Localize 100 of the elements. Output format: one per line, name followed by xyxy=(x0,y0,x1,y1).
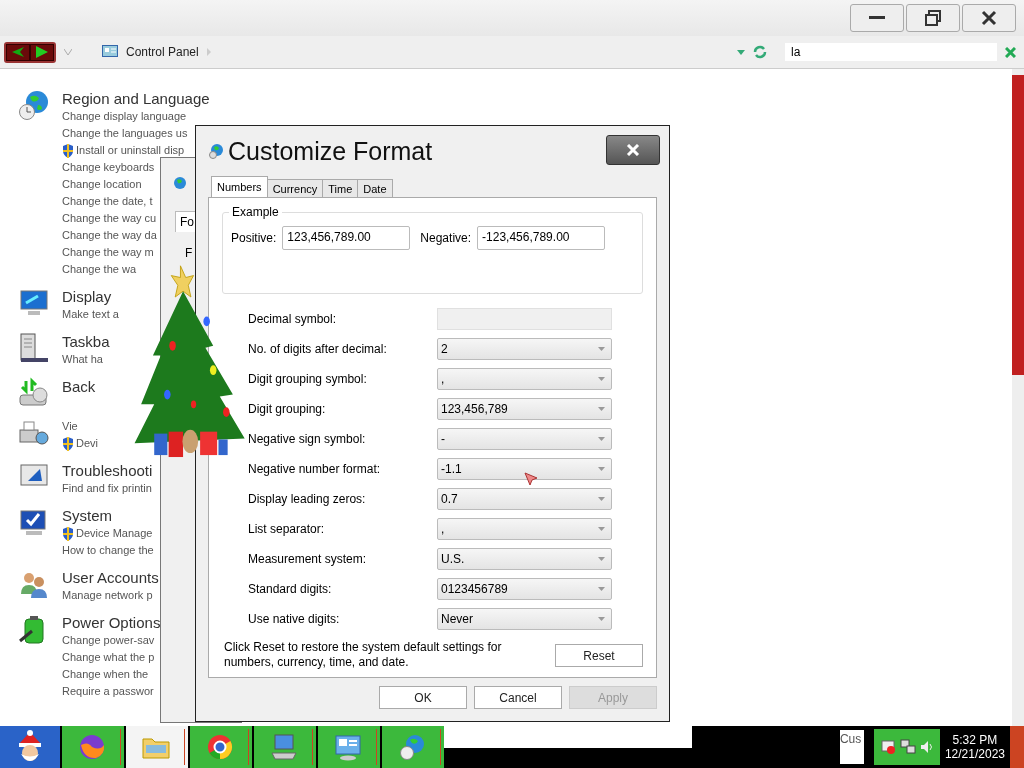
field-label: F xyxy=(185,246,193,260)
task-link[interactable]: How to change the xyxy=(62,542,154,559)
back-arrow-icon xyxy=(11,46,25,58)
dropdown-arrow-icon xyxy=(598,617,605,621)
minimize-icon xyxy=(869,16,885,20)
field-label: Negative: xyxy=(420,231,472,245)
task-link[interactable]: Change keyboards xyxy=(62,159,155,176)
setting-label: Negative sign symbol: xyxy=(248,432,367,446)
scrollbar[interactable] xyxy=(1012,69,1024,726)
mouse-cursor-icon xyxy=(524,472,538,486)
close-button[interactable] xyxy=(962,4,1016,32)
close-button[interactable] xyxy=(606,135,660,165)
tab[interactable]: Time xyxy=(322,179,359,197)
refresh-icon[interactable] xyxy=(753,45,767,59)
dropdown[interactable]: , xyxy=(437,518,612,540)
task-link[interactable]: Change power-sav xyxy=(62,632,155,649)
setting-label: Decimal symbol: xyxy=(248,312,338,326)
fox-globe-icon xyxy=(77,733,106,761)
task-link[interactable]: Change location xyxy=(62,176,142,193)
taskbar-button[interactable] xyxy=(62,726,124,768)
speaker-icon[interactable] xyxy=(919,740,934,754)
chrome-icon xyxy=(205,733,234,761)
computer-keyboard-icon xyxy=(269,733,298,761)
dialog-title: Customize Format xyxy=(228,136,433,166)
positive-example-field: 123,456,789.00 xyxy=(282,226,411,250)
start-button[interactable] xyxy=(0,726,60,768)
taskbar-button[interactable] xyxy=(382,726,444,768)
breadcrumb-link[interactable]: Control Panel xyxy=(126,45,199,59)
taskbar-button[interactable] xyxy=(190,726,252,768)
task-link[interactable]: Change the way da xyxy=(62,227,157,244)
globe-icon xyxy=(173,176,187,190)
category-title-link[interactable]: Display xyxy=(62,287,119,306)
dropdown[interactable]: 0.7 xyxy=(437,488,612,510)
back-button[interactable] xyxy=(6,43,30,61)
dropdown[interactable]: 2 xyxy=(437,338,612,360)
network-icon[interactable] xyxy=(899,739,916,755)
field-label: Positive: xyxy=(231,231,277,245)
dropdown[interactable]: Never xyxy=(437,608,612,630)
task-link[interactable]: Change the languages us xyxy=(62,125,188,142)
window-preview[interactable]: Cus xyxy=(839,730,864,764)
clock[interactable]: 5:32 PM 12/21/2023 xyxy=(939,726,1010,768)
forward-button[interactable] xyxy=(30,43,54,61)
dropdown[interactable]: -1.1 xyxy=(437,458,612,480)
dropdown-arrow-icon xyxy=(598,347,605,351)
dropdown-arrow-icon xyxy=(598,377,605,381)
category-title-link[interactable]: Region and Language xyxy=(62,89,210,108)
task-link[interactable]: Make text a xyxy=(62,306,119,323)
search-field[interactable]: la xyxy=(785,43,997,61)
combo-field[interactable] xyxy=(437,308,612,330)
task-link[interactable]: Devi xyxy=(76,435,98,452)
category-title-link[interactable]: Troubleshooti xyxy=(62,461,153,480)
scrollbar-thumb[interactable] xyxy=(1012,75,1024,375)
setting-label: Digit grouping symbol: xyxy=(248,372,368,386)
category-title-link[interactable]: Power Options xyxy=(62,613,161,632)
category-title-link[interactable]: Taskba xyxy=(62,332,110,351)
restore-button[interactable] xyxy=(906,4,960,32)
tab[interactable]: Currency xyxy=(266,179,324,197)
computer-tower-icon[interactable] xyxy=(18,332,50,364)
negative-example-field: -123,456,789.00 xyxy=(477,226,606,250)
reset-button[interactable]: Reset xyxy=(555,644,643,667)
tab[interactable]: Date xyxy=(357,179,393,197)
task-link[interactable]: Change the date, t xyxy=(62,193,153,210)
task-link[interactable]: What ha xyxy=(62,351,103,368)
task-link[interactable]: Install or uninstall disp xyxy=(76,142,185,159)
dropdown-arrow-icon xyxy=(598,497,605,501)
dropdown[interactable]: - xyxy=(437,428,612,450)
task-link[interactable]: Change what the p xyxy=(62,649,155,666)
globe-clock-icon xyxy=(397,733,426,761)
globe-icon xyxy=(208,143,224,159)
task-link[interactable]: Device Manage xyxy=(76,525,153,542)
task-link[interactable]: Manage network p xyxy=(62,587,153,604)
restore-icon xyxy=(925,10,941,26)
clear-search-icon[interactable] xyxy=(1005,46,1016,58)
task-link[interactable]: Change the wa xyxy=(62,261,136,278)
category-title-link[interactable]: Back xyxy=(62,377,96,396)
dropdown[interactable]: 123,456,789 xyxy=(437,398,612,420)
task-link[interactable]: Require a passwor xyxy=(62,683,154,700)
taskbar-button[interactable] xyxy=(318,726,380,768)
task-link[interactable]: Change display language xyxy=(62,108,187,125)
task-link[interactable]: Find and fix printin xyxy=(62,480,152,497)
task-link[interactable]: Change the way cu xyxy=(62,210,157,227)
dropdown[interactable]: 0123456789 xyxy=(437,578,612,600)
task-link[interactable]: Change when the xyxy=(62,666,149,683)
dropdown[interactable]: U.S. xyxy=(437,548,612,570)
globe-clock-icon[interactable] xyxy=(18,89,50,121)
dialog-button[interactable]: Cancel xyxy=(474,686,562,709)
taskbar-button[interactable] xyxy=(254,726,316,768)
tab[interactable]: Numbers xyxy=(211,176,268,197)
task-link[interactable]: Change the way m xyxy=(62,244,154,261)
dropdown-arrow-icon xyxy=(598,587,605,591)
dialog-button[interactable]: OK xyxy=(379,686,467,709)
flag-icon[interactable] xyxy=(879,739,896,755)
close-icon xyxy=(626,144,640,156)
dropdown-arrow-icon[interactable] xyxy=(737,49,745,55)
backup-drive-icon[interactable] xyxy=(18,377,50,409)
minimize-button[interactable] xyxy=(850,4,904,32)
dropdown[interactable]: , xyxy=(437,368,612,390)
category-title-link[interactable]: User Accounts xyxy=(62,568,159,587)
task-link[interactable]: Vie xyxy=(62,418,78,435)
category-title-link[interactable]: System xyxy=(62,506,154,525)
